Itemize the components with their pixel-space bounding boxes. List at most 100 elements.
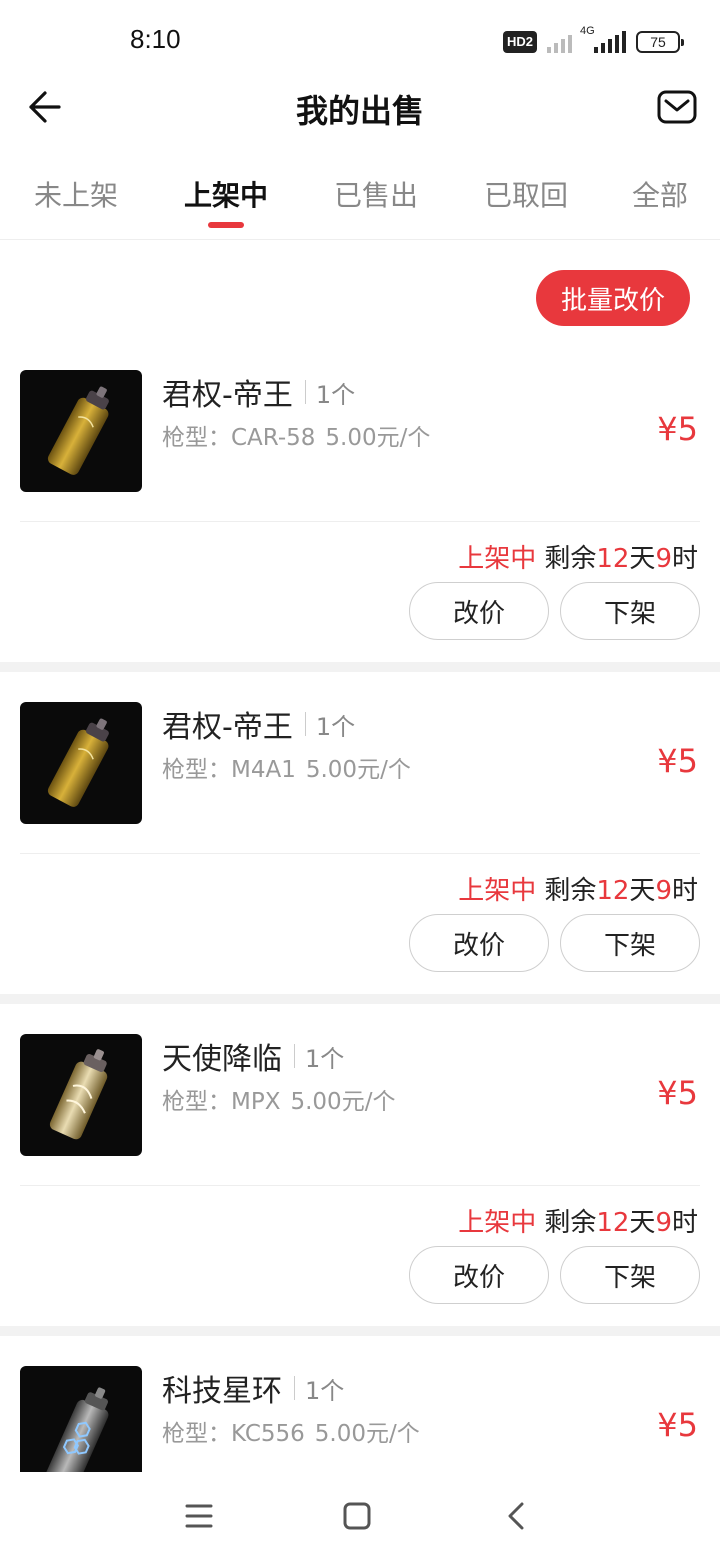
item-name: 君权-帝王 [162,378,293,413]
day-unit: 天 [629,1208,656,1238]
card-divider [20,1185,700,1186]
card-gap [0,1326,720,1336]
item-price: ¥5 [657,742,698,780]
day-unit: 天 [629,876,656,906]
tab-indicator [208,222,244,228]
reprice-button[interactable]: 改价 [409,582,549,640]
card-divider [20,521,700,522]
item-title: 科技星环 1个 [162,1366,344,1410]
status-bar: 8:10 HD2 4G 75 [0,0,720,82]
item-title: 君权-帝王 1个 [162,702,355,746]
hd-badge: HD2 [502,31,537,53]
delist-button[interactable]: 下架 [560,914,700,972]
spray-can-gold-icon [47,718,109,807]
remain-hours: 9 [655,544,672,574]
remain-prefix: 剩余 [544,876,597,906]
name-divider [294,1376,295,1400]
message-button[interactable] [652,82,702,132]
item-gun-type: 枪型：KC556 [162,1421,305,1447]
remain-hours: 9 [655,876,672,906]
listing-status: 上架中 剩余12天9时 [458,538,698,575]
item-qty: 1个 [315,380,356,409]
delist-button[interactable]: 下架 [560,582,700,640]
listing-card: 君权-帝王 1个 枪型：M4A1 5.00元/个 ¥5 上架中 剩余12天9时 改价… [0,672,720,994]
hour-unit: 时 [671,1208,698,1238]
item-meta: 枪型：CAR-58 5.00元/个 [162,418,440,452]
nav-back-button[interactable] [496,1496,536,1536]
item-thumbnail[interactable] [20,370,142,492]
remain-days: 12 [596,876,630,906]
item-price: ¥5 [657,1074,698,1112]
status-label: 上架中 [458,876,537,906]
tab-all[interactable]: 全部 [632,174,688,214]
listing-card: 君权-帝王 1个 枪型：CAR-58 5.00元/个 ¥5 上架中 剩余12天9时 … [0,340,720,662]
signal-icon [547,31,572,53]
batch-reprice-button[interactable]: 批量改价 [536,270,690,326]
name-divider [304,380,306,404]
status-label: 上架中 [458,544,537,574]
nav-menu-button[interactable] [179,1496,219,1536]
item-name: 科技星环 [162,1374,282,1409]
spray-can-hex-icon [44,1387,109,1472]
name-divider [304,712,306,736]
remain-hours: 9 [655,1208,672,1238]
back-chevron-icon [508,1502,524,1530]
name-divider [294,1044,295,1068]
listing-status: 上架中 剩余12天9时 [458,870,698,907]
status-tabs: 未上架 上架中 已售出 已取回 全部 [0,160,720,240]
item-title: 天使降临 1个 [162,1034,344,1078]
network-label: 4G [580,25,595,37]
item-name: 天使降临 [162,1042,282,1077]
reprice-button[interactable]: 改价 [409,1246,549,1304]
tab-retrieved[interactable]: 已取回 [484,174,568,214]
battery-icon: 75 [636,31,684,53]
remain-days: 12 [596,544,630,574]
listing-card: 天使降临 1个 枪型：MPX 5.00元/个 ¥5 上架中 剩余12天9时 改价 下… [0,1004,720,1326]
remain-prefix: 剩余 [544,1208,597,1238]
item-thumbnail[interactable] [20,702,142,824]
item-meta: 枪型：M4A1 5.00元/个 [162,750,421,784]
day-unit: 天 [629,544,656,574]
nav-home-button[interactable] [337,1496,377,1536]
item-unit-price: 5.00元/个 [325,425,431,451]
item-meta: 枪型：KC556 5.00元/个 [162,1414,430,1448]
home-square-icon [343,1502,371,1530]
tab-listed[interactable]: 上架中 [184,174,268,214]
spray-can-angel-icon [49,1049,108,1140]
hour-unit: 时 [671,876,698,906]
delist-button[interactable]: 下架 [560,1246,700,1304]
hour-unit: 时 [671,544,698,574]
tab-unlisted[interactable]: 未上架 [34,174,118,214]
item-title: 君权-帝王 1个 [162,370,355,414]
status-label: 上架中 [458,1208,537,1238]
reprice-button[interactable]: 改价 [409,914,549,972]
item-qty: 1个 [305,1044,345,1073]
card-gap [0,662,720,672]
app-header: 我的出售 [0,72,720,142]
item-price: ¥5 [657,410,698,448]
page-title: 我的出售 [295,92,424,130]
item-qty: 1个 [315,712,356,741]
item-qty: 1个 [305,1376,345,1405]
item-gun-type: 枪型：CAR-58 [162,425,316,451]
listing-card: 科技星环 1个 枪型：KC556 5.00元/个 ¥5 [0,1336,720,1472]
item-thumbnail[interactable] [20,1034,142,1156]
card-gap [0,994,720,1004]
system-nav-bar [0,1472,720,1560]
item-thumbnail[interactable] [20,1366,142,1472]
mail-icon [657,90,697,124]
spray-can-gold-icon [47,386,109,475]
item-unit-price: 5.00元/个 [290,1089,396,1115]
menu-icon [185,1504,213,1528]
item-meta: 枪型：MPX 5.00元/个 [162,1082,405,1116]
tab-sold[interactable]: 已售出 [334,174,418,214]
signal-4g-icon: 4G [580,25,626,53]
remain-days: 12 [596,1208,630,1238]
battery-level: 75 [650,34,666,50]
app-screen: 8:10 HD2 4G 75 我的出售 未上架 上架中 已售出 已取回 全部 批… [0,0,720,1560]
status-icons: HD2 4G 75 [502,25,684,56]
listing-status: 上架中 剩余12天9时 [458,1202,698,1239]
status-time: 8:10 [130,24,181,54]
card-divider [20,853,700,854]
item-name: 君权-帝王 [162,710,293,745]
